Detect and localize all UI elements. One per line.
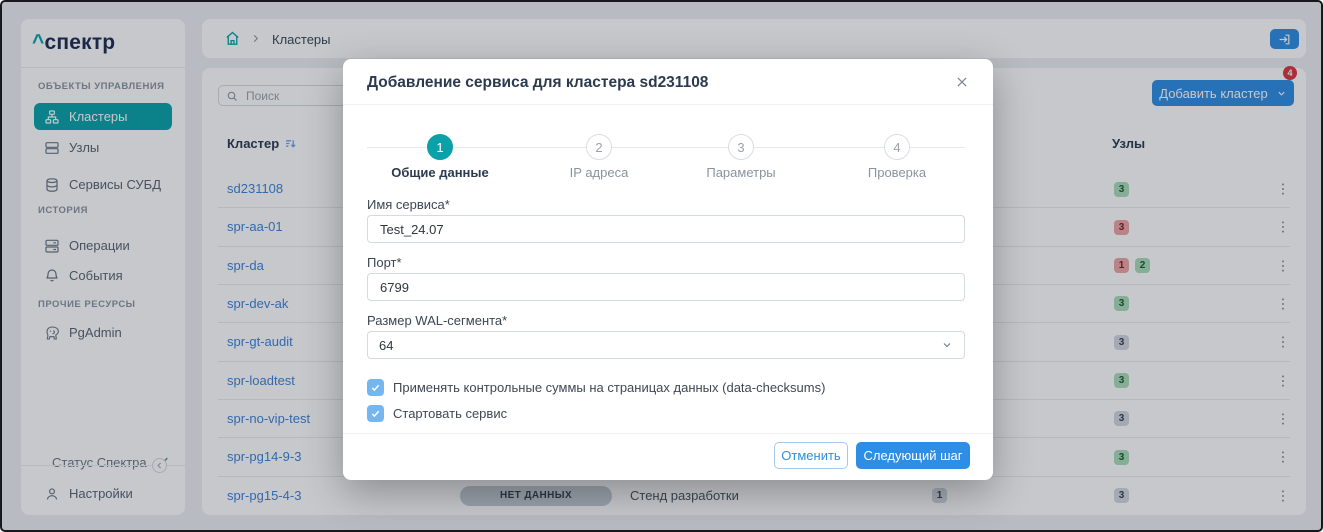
next-step-button[interactable]: Следующий шаг xyxy=(856,442,970,469)
step-3-label: Параметры xyxy=(671,165,811,180)
service-name-field xyxy=(367,215,965,243)
add-service-modal: Добавление сервиса для кластера sd231108… xyxy=(343,59,993,480)
stepper-line xyxy=(367,147,965,148)
checkbox-label: Применять контрольные суммы на страницах… xyxy=(393,380,825,395)
step-3-circle[interactable]: 3 xyxy=(728,134,754,160)
close-button[interactable] xyxy=(951,71,973,93)
divider xyxy=(343,104,993,105)
checkbox-icon[interactable] xyxy=(367,405,384,422)
wal-segment-value: 64 xyxy=(379,338,393,353)
step-1-circle[interactable]: 1 xyxy=(427,134,453,160)
checkbox-icon[interactable] xyxy=(367,379,384,396)
checksums-checkbox-row[interactable]: Применять контрольные суммы на страницах… xyxy=(367,379,825,396)
port-label: Порт* xyxy=(367,255,402,270)
divider xyxy=(343,433,993,434)
step-2-circle[interactable]: 2 xyxy=(586,134,612,160)
port-input[interactable] xyxy=(368,280,964,295)
step-4-label: Проверка xyxy=(827,165,967,180)
checkbox-label: Стартовать сервис xyxy=(393,406,507,421)
step-1-label: Общие данные xyxy=(370,165,510,180)
wal-segment-label: Размер WAL-сегмента* xyxy=(367,313,507,328)
app-window: ^спектр ОБЪЕКТЫ УПРАВЛЕНИЯ Кластеры Узлы… xyxy=(0,0,1323,532)
wal-segment-select[interactable]: 64 xyxy=(367,331,965,359)
step-4-circle[interactable]: 4 xyxy=(884,134,910,160)
service-name-input[interactable] xyxy=(368,222,964,237)
step-2-label: IP адреса xyxy=(529,165,669,180)
start-service-checkbox-row[interactable]: Стартовать сервис xyxy=(367,405,507,422)
service-name-label: Имя сервиса* xyxy=(367,197,450,212)
cancel-button[interactable]: Отменить xyxy=(774,442,848,469)
chevron-down-icon xyxy=(941,339,953,351)
modal-title: Добавление сервиса для кластера sd231108 xyxy=(367,74,708,92)
port-field xyxy=(367,273,965,301)
close-icon xyxy=(955,75,969,89)
